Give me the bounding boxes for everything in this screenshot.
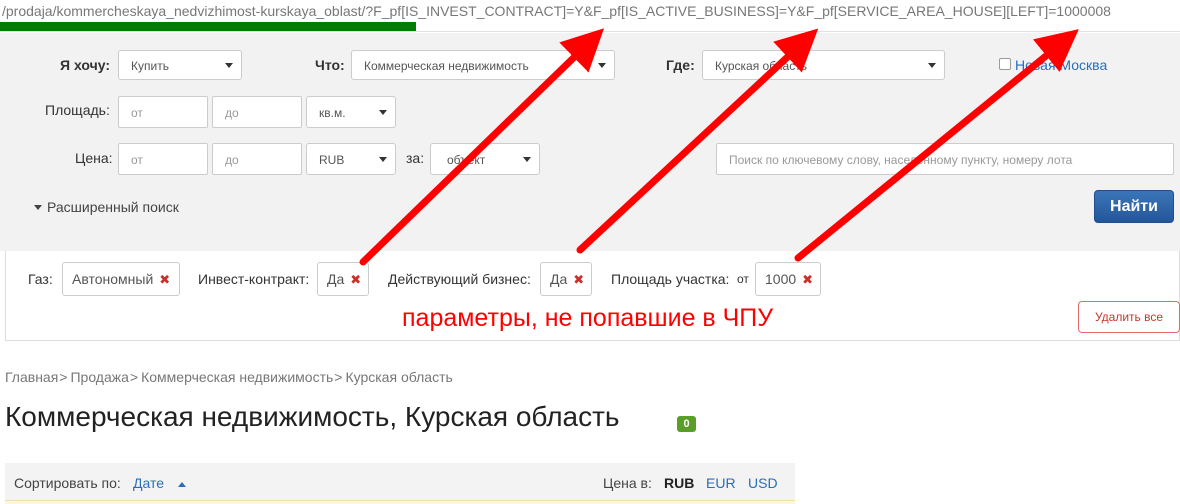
remove-icon[interactable]: ✖	[350, 272, 361, 287]
sort-label: Сортировать по:	[14, 475, 121, 491]
remove-icon[interactable]: ✖	[802, 272, 813, 287]
currency-select[interactable]: RUB	[306, 143, 396, 175]
what-select-value: Коммерческая недвижимость	[364, 59, 529, 73]
annotation-text: параметры, не попавшие в ЧПУ	[402, 304, 774, 332]
new-moscow-checkbox[interactable]	[999, 58, 1011, 70]
area-unit-select[interactable]: кв.м.	[306, 96, 396, 128]
breadcrumb-separator: >	[59, 369, 68, 385]
chevron-down-icon	[523, 157, 531, 162]
filter-chip-plot-value: 1000	[765, 271, 797, 287]
filter-chip-plot[interactable]: 1000 ✖	[755, 262, 821, 296]
filter-plot-from-label: от	[737, 272, 749, 286]
sort-bar: Сортировать по: Дате Цена в: RUB EUR USD	[5, 463, 795, 504]
what-select[interactable]: Коммерческая недвижимость	[351, 50, 615, 80]
area-unit-value: кв.м.	[319, 106, 346, 120]
results-count-badge: 0	[677, 416, 696, 432]
price-label: Цена:	[75, 150, 113, 166]
page-title: Коммерческая недвижимость, Курская облас…	[5, 401, 620, 432]
advanced-search-toggle[interactable]: Расширенный поиск	[34, 199, 179, 215]
currency-rub[interactable]: RUB	[664, 475, 694, 491]
breadcrumb-item-commercial[interactable]: Коммерческая недвижимость	[141, 369, 333, 385]
sort-up-icon[interactable]	[178, 482, 186, 487]
filter-chip-gas[interactable]: Автономный ✖	[62, 262, 180, 296]
filter-chip-business[interactable]: Да ✖	[540, 262, 592, 296]
price-in-label: Цена в:	[603, 475, 652, 491]
breadcrumb-item-sale[interactable]: Продажа	[70, 369, 128, 385]
address-bar[interactable]: /prodaja/kommercheskaya_nedvizhimost-kur…	[0, 0, 1180, 32]
chevron-down-icon	[598, 63, 606, 68]
url-text[interactable]: /prodaja/kommercheskaya_nedvizhimost-kur…	[2, 3, 1111, 19]
breadcrumb-separator: >	[129, 369, 139, 385]
per-label: за:	[406, 150, 425, 166]
caret-down-icon	[34, 204, 42, 210]
filter-plot-label: Площадь участка:	[611, 271, 730, 287]
area-from-input[interactable]: от	[118, 96, 208, 128]
chevron-down-icon	[928, 63, 936, 68]
price-from-input[interactable]: от	[118, 143, 208, 175]
new-moscow-link[interactable]: Новая Москва	[1015, 57, 1107, 73]
breadcrumb-item-region: Курская область	[345, 369, 453, 385]
area-to-input[interactable]: до	[212, 96, 302, 128]
per-select[interactable]: объект	[430, 143, 540, 175]
where-label: Где:	[666, 57, 695, 73]
per-select-value: объект	[447, 153, 486, 167]
breadcrumb-separator: >	[334, 369, 343, 385]
advanced-search-label: Расширенный поиск	[47, 199, 179, 215]
chevron-down-icon	[379, 157, 387, 162]
filter-chip-invest-value: Да	[327, 271, 345, 287]
currency-eur[interactable]: EUR	[706, 475, 736, 491]
sort-by-date-link[interactable]: Дате	[133, 475, 164, 491]
what-label: Что:	[315, 57, 345, 73]
search-panel: Я хочу: Купить Что: Коммерческая недвижи…	[0, 33, 1180, 251]
want-select-value: Купить	[131, 59, 169, 73]
filter-business-label: Действующий бизнес:	[388, 271, 531, 287]
filter-gas-label: Газ:	[28, 271, 53, 287]
breadcrumb-item-home[interactable]: Главная	[5, 369, 58, 385]
breadcrumb: Главная> Продажа> Коммерческая недвижимост…	[5, 369, 453, 385]
filter-chip-invest[interactable]: Да ✖	[317, 262, 369, 296]
area-label: Площадь:	[45, 102, 110, 118]
remove-icon[interactable]: ✖	[573, 272, 584, 287]
page-load-progress-bar	[0, 22, 416, 31]
filter-invest-label: Инвест-контракт:	[198, 271, 310, 287]
delete-all-button[interactable]: Удалить все	[1078, 301, 1180, 333]
currency-usd[interactable]: USD	[748, 475, 778, 491]
keyword-search-input[interactable]: Поиск по ключевому слову, населенному пу…	[716, 143, 1174, 175]
where-select-value: Курская область	[715, 59, 807, 73]
price-to-input[interactable]: до	[212, 143, 302, 175]
want-select[interactable]: Купить	[118, 50, 242, 80]
filter-chip-business-value: Да	[550, 271, 568, 287]
currency-select-value: RUB	[319, 153, 345, 167]
filter-chip-gas-value: Автономный	[72, 271, 154, 287]
chevron-down-icon	[225, 63, 233, 68]
chevron-down-icon	[379, 110, 387, 115]
results-list-top	[5, 500, 795, 504]
remove-icon[interactable]: ✖	[159, 272, 170, 287]
want-label: Я хочу:	[60, 57, 110, 73]
find-button[interactable]: Найти	[1094, 190, 1174, 223]
where-select[interactable]: Курская область	[702, 50, 945, 80]
